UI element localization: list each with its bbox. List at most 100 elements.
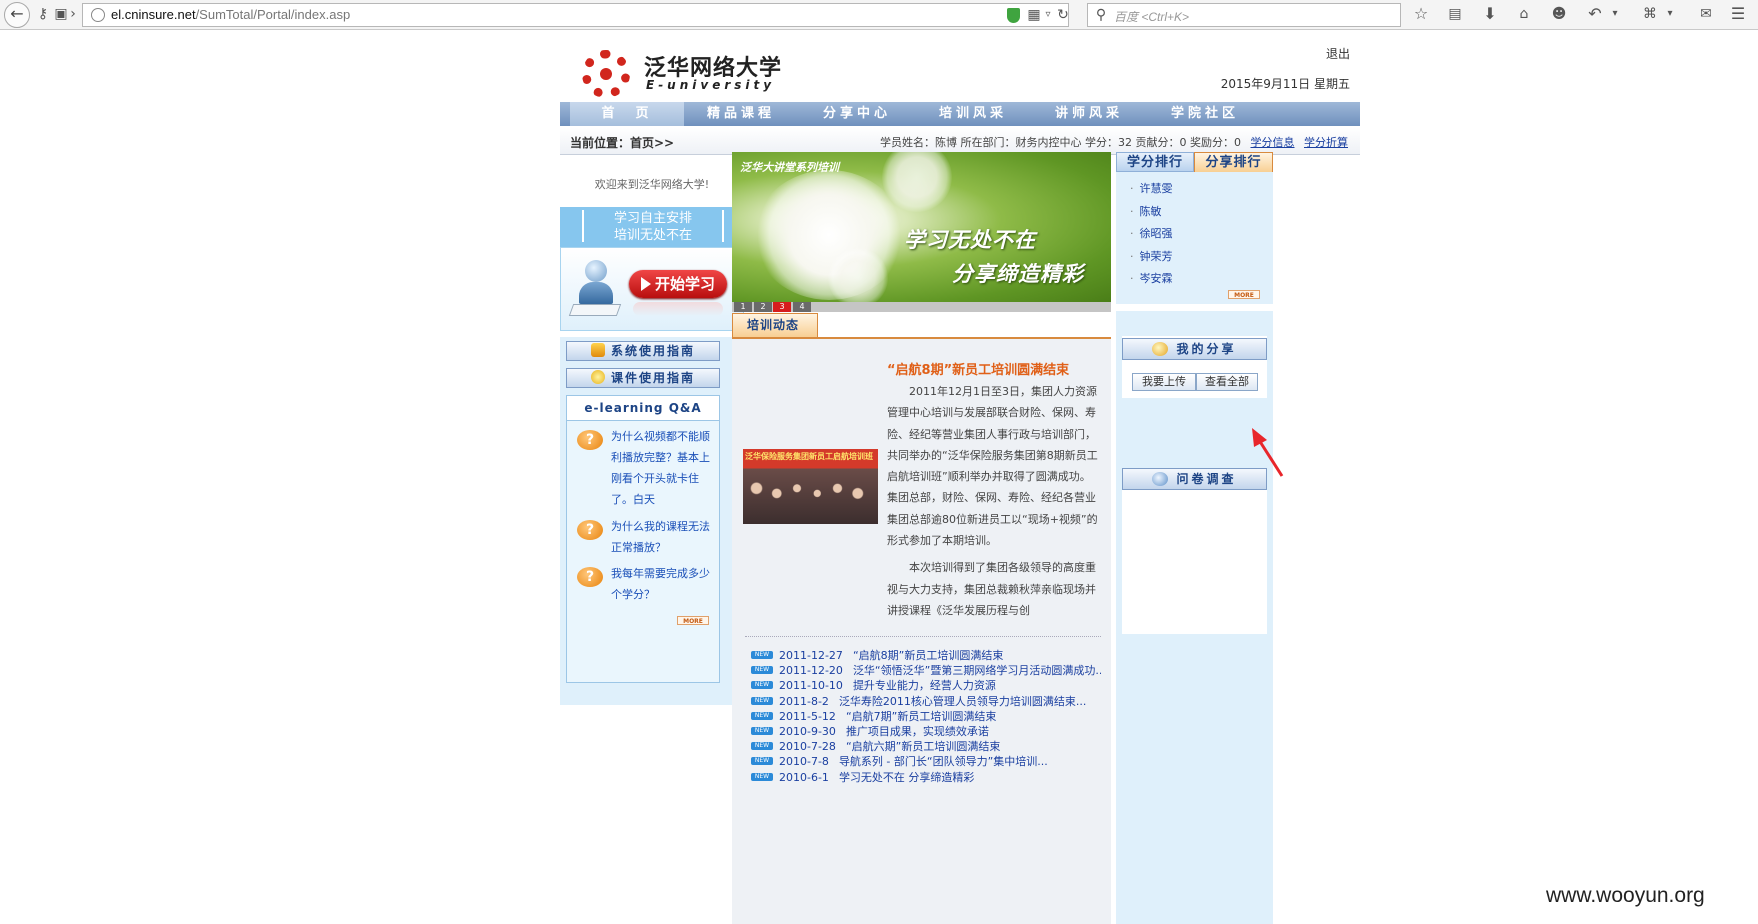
search-bar[interactable]: ⚲ 百度 <Ctrl+K>: [1087, 3, 1401, 27]
news-item[interactable]: NEW 2011-8-2 泛华寿险2011核心管理人员领导力培训圆满结束...: [751, 694, 1101, 709]
crop-icon[interactable]: ⌘: [1641, 6, 1659, 22]
tab-share-ranking[interactable]: 分享排行: [1194, 152, 1273, 172]
left-panel: 系统使用指南 课件使用指南 e-learning Q&A ? 为什么视频都不能顺…: [560, 337, 744, 705]
chat-icon[interactable]: ☻: [1550, 6, 1568, 22]
new-badge: NEW: [751, 696, 773, 705]
logout-link[interactable]: 退出: [1326, 45, 1350, 62]
survey-header: 问卷调查: [1122, 468, 1267, 490]
current-date: 2015年9月11日 星期五: [1220, 77, 1350, 91]
banner-carousel[interactable]: 泛华大讲堂系列培训 学习无处不在 分享缔造精彩: [732, 152, 1111, 302]
qa-question[interactable]: 为什么我的课程无法正常播放？: [611, 516, 715, 558]
news-item[interactable]: NEW 2010-7-8 导航系列 - 部门长“团队领导力”集中培训...: [751, 754, 1101, 769]
news-item[interactable]: NEW 2010-6-1 学习无处不在 分享缔造精彩: [751, 770, 1101, 785]
new-badge: NEW: [751, 666, 773, 675]
credit-convert-link[interactable]: 学分折算: [1304, 136, 1348, 149]
tab-credit-ranking[interactable]: 学分排行: [1116, 152, 1194, 172]
news-item[interactable]: NEW 2011-10-10 提升专业能力，经营人力资源: [751, 678, 1101, 693]
news-item[interactable]: NEW 2010-9-30 推广项目成果，实现绩效承诺: [751, 724, 1101, 739]
page-icon[interactable]: ▣: [54, 6, 68, 22]
ranking-item[interactable]: 陈敏: [1130, 203, 1173, 226]
new-badge: NEW: [751, 772, 773, 781]
qa-item[interactable]: ? 为什么我的课程无法正常播放？: [577, 516, 713, 560]
back-button[interactable]: ←: [4, 2, 30, 28]
logo-gear-icon: [582, 50, 630, 98]
key-icon[interactable]: ⚷: [36, 6, 50, 22]
qr-icon[interactable]: ▦: [1027, 7, 1041, 23]
nav-home[interactable]: 首 页: [570, 102, 684, 126]
undo-menu-icon[interactable]: ▾: [1610, 6, 1620, 22]
news-item[interactable]: NEW 2010-7-28 “启航六期”新员工培训圆满结束: [751, 739, 1101, 754]
tab-training-news[interactable]: 培训动态: [732, 313, 818, 337]
logo-subtitle: E-university: [646, 78, 776, 92]
arrow-right-icon: [640, 277, 651, 291]
banner-page-2[interactable]: 2: [754, 302, 772, 312]
address-text[interactable]: el.cninsure.net/SumTotal/Portal/index.as…: [111, 7, 350, 22]
news-title[interactable]: 推广项目成果，实现绩效承诺: [846, 725, 989, 738]
ranking-item[interactable]: 岑安霖: [1130, 270, 1173, 293]
button-reflection: [633, 302, 723, 316]
refresh-icon[interactable]: ↻: [1057, 7, 1069, 23]
news-item[interactable]: NEW 2011-5-12 “启航7期”新员工培训圆满结束: [751, 709, 1101, 724]
magnifier-icon: [1152, 472, 1169, 486]
article-photo[interactable]: 泛华保险服务集团新员工启航培训班: [743, 449, 878, 524]
dropdown-icon[interactable]: ▿: [1043, 7, 1053, 23]
nav-training[interactable]: 培训风采: [916, 102, 1030, 126]
news-item[interactable]: NEW 2011-12-27 “启航8期”新员工培训圆满结束: [751, 648, 1101, 663]
news-date: 2011-12-27: [779, 649, 843, 662]
qa-more-button[interactable]: MORE: [677, 616, 709, 625]
reading-list-icon[interactable]: ▤: [1446, 6, 1464, 22]
system-guide-button[interactable]: 系统使用指南: [566, 341, 720, 361]
watermark: www.wooyun.org: [1546, 884, 1705, 907]
search-input[interactable]: 百度 <Ctrl+K>: [1114, 8, 1189, 25]
news-title[interactable]: 提升专业能力，经营人力资源: [853, 679, 996, 692]
qa-item[interactable]: ? 我每年需要完成多少个学分？: [577, 563, 713, 607]
ranking-item[interactable]: 许慧雯: [1130, 180, 1173, 203]
info-bar: 当前位置：首页>> 学员姓名：陈博 所在部门：财务内控中心 学分：32 贡献分：…: [560, 128, 1360, 155]
banner-page-4[interactable]: 4: [793, 302, 811, 312]
bookmark-star-icon[interactable]: ☆: [1412, 6, 1430, 22]
article-title[interactable]: “启航8期”新员工培训圆满结束: [887, 359, 1097, 378]
article-body: 2011年12月1日至3日，集团人力资源管理中心培训与发展部联合财险、保网、寿险…: [887, 381, 1101, 627]
nav-lecturers[interactable]: 讲师风采: [1032, 102, 1146, 126]
credit-info-link[interactable]: 学分信息: [1251, 136, 1295, 149]
news-title[interactable]: “启航六期”新员工培训圆满结束: [846, 740, 1000, 753]
message-icon[interactable]: ✉: [1697, 6, 1715, 22]
crop-menu-icon[interactable]: ▾: [1665, 6, 1675, 22]
qa-question[interactable]: 为什么视频都不能顺利播放完整？基本上刚看个开头就卡住了。白天: [611, 426, 715, 510]
nav-share-center[interactable]: 分享中心: [800, 102, 914, 126]
start-learning-box: 开始学习: [560, 247, 744, 331]
view-all-button[interactable]: 查看全部: [1196, 373, 1258, 391]
news-item[interactable]: NEW 2011-12-20 泛华“领悟泛华”暨第三期网络学习月活动圆满成功...: [751, 663, 1101, 678]
news-title[interactable]: 导航系列 - 部门长“团队领导力”集中培训...: [839, 755, 1048, 768]
photo-caption: 泛华保险服务集团新员工启航培训班: [745, 452, 873, 461]
banner-page-1[interactable]: 1: [734, 302, 752, 312]
news-title[interactable]: “启航8期”新员工培训圆满结束: [853, 649, 1003, 662]
nav-community[interactable]: 学院社区: [1148, 102, 1262, 126]
learner-icon: [568, 260, 622, 320]
address-bar[interactable]: el.cninsure.net/SumTotal/Portal/index.as…: [82, 3, 1069, 27]
news-title[interactable]: “启航7期”新员工培训圆满结束: [846, 710, 996, 723]
ranking-item[interactable]: 徐昭强: [1130, 225, 1173, 248]
main-nav: 首 页 精品课程 分享中心 培训风采 讲师风采 学院社区: [560, 102, 1360, 126]
home-icon[interactable]: ⌂: [1515, 6, 1533, 22]
undo-icon[interactable]: ↶: [1586, 6, 1604, 22]
download-icon[interactable]: ⬇: [1481, 6, 1499, 22]
ranking-item[interactable]: 钟荣芳: [1130, 248, 1173, 271]
qa-item[interactable]: ? 为什么视频都不能顺利播放完整？基本上刚看个开头就卡住了。白天: [577, 426, 713, 510]
start-learning-button[interactable]: 开始学习: [629, 270, 727, 298]
news-date: 2010-6-1: [779, 770, 829, 784]
upload-button[interactable]: 我要上传: [1132, 373, 1196, 391]
news-date: 2011-8-2: [779, 694, 829, 708]
slogan-line-1: 学习自主安排: [613, 211, 692, 226]
news-title[interactable]: 学习无处不在 分享缔造精彩: [839, 771, 975, 784]
course-guide-button[interactable]: 课件使用指南: [566, 368, 720, 388]
news-title[interactable]: 泛华寿险2011核心管理人员领导力培训圆满结束...: [839, 695, 1086, 708]
nav-courses[interactable]: 精品课程: [684, 102, 798, 126]
shield-icon[interactable]: [1007, 8, 1020, 23]
chevron-right-icon: ›: [70, 6, 76, 22]
menu-icon[interactable]: ☰: [1729, 6, 1747, 22]
news-title[interactable]: 泛华“领悟泛华”暨第三期网络学习月活动圆满成功...: [853, 664, 1101, 677]
ranking-more-button[interactable]: MORE: [1228, 290, 1260, 299]
qa-question[interactable]: 我每年需要完成多少个学分？: [611, 563, 715, 605]
banner-page-3[interactable]: 3: [773, 302, 791, 312]
